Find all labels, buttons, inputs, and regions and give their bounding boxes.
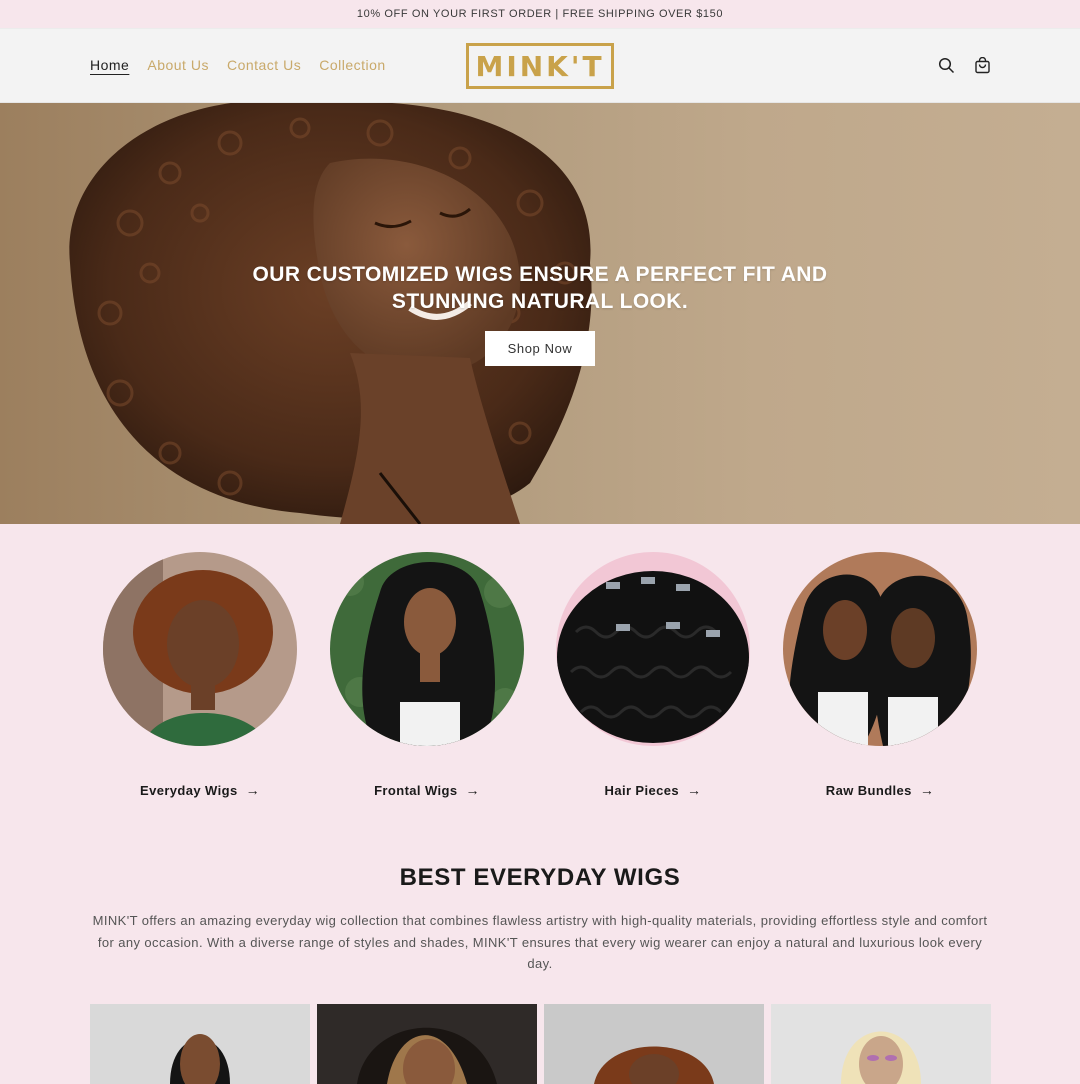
site-header: Home About Us Contact Us Collection MINK… <box>0 28 1080 103</box>
category-link-hair-pieces[interactable]: Hair Pieces → <box>605 782 702 798</box>
product-grid <box>90 1004 991 1084</box>
best-everyday-section: BEST EVERYDAY WIGS MINK'T offers an amaz… <box>0 824 1080 981</box>
section-description: MINK'T offers an amazing everyday wig co… <box>92 913 988 971</box>
category-card-frontal-wigs[interactable]: Frontal Wigs → <box>330 552 524 800</box>
nav-link-collection[interactable]: Collection <box>319 57 385 73</box>
category-image-frontal-wigs[interactable] <box>330 552 524 746</box>
hero-content: OUR CUSTOMIZED WIGS ENSURE A PERFECT FIT… <box>0 261 1080 366</box>
main-nav: Home About Us Contact Us Collection <box>90 57 386 73</box>
product-card[interactable] <box>544 1004 764 1084</box>
category-image-everyday-wigs[interactable] <box>103 552 297 746</box>
category-card-raw-bundles[interactable]: Raw Bundles → <box>783 552 977 800</box>
hero-banner: OUR CUSTOMIZED WIGS ENSURE A PERFECT FIT… <box>0 103 1080 524</box>
category-link-everyday-wigs[interactable]: Everyday Wigs → <box>140 782 260 798</box>
cart-icon[interactable] <box>972 55 992 75</box>
product-card[interactable] <box>90 1004 310 1084</box>
hero-title: OUR CUSTOMIZED WIGS ENSURE A PERFECT FIT… <box>252 263 828 313</box>
category-row: Everyday Wigs → Frontal Wigs → Hair Piec… <box>0 524 1080 824</box>
shop-now-button[interactable]: Shop Now <box>485 331 595 366</box>
logo-text: MINK'T <box>475 49 605 83</box>
category-label: Everyday Wigs <box>140 782 238 798</box>
category-link-frontal-wigs[interactable]: Frontal Wigs → <box>374 782 480 798</box>
product-card[interactable] <box>771 1004 991 1084</box>
category-card-everyday-wigs[interactable]: Everyday Wigs → <box>103 552 297 800</box>
category-link-raw-bundles[interactable]: Raw Bundles → <box>826 782 934 798</box>
category-image-hair-pieces[interactable] <box>556 552 750 746</box>
announcement-bar: 10% OFF ON YOUR FIRST ORDER | FREE SHIPP… <box>0 0 1080 28</box>
category-card-hair-pieces[interactable]: Hair Pieces → <box>556 552 750 800</box>
arrow-right-icon: → <box>465 782 480 798</box>
arrow-right-icon: → <box>919 782 935 798</box>
section-title: BEST EVERYDAY WIGS <box>399 864 681 891</box>
product-card[interactable] <box>317 1004 537 1084</box>
nav-link-home[interactable]: Home <box>90 57 129 73</box>
site-logo[interactable]: MINK'T <box>466 43 614 89</box>
arrow-right-icon: → <box>245 782 260 798</box>
category-label: Hair Pieces <box>604 782 680 798</box>
category-image-raw-bundles[interactable] <box>783 552 977 746</box>
nav-link-contact-us[interactable]: Contact Us <box>227 57 301 73</box>
category-label: Frontal Wigs <box>374 782 458 798</box>
search-icon[interactable] <box>936 55 956 75</box>
category-label: Raw Bundles <box>825 782 912 798</box>
nav-link-about-us[interactable]: About Us <box>147 57 209 73</box>
header-icons <box>936 55 992 75</box>
announcement-text: 10% OFF ON YOUR FIRST ORDER | FREE SHIPP… <box>356 8 724 20</box>
arrow-right-icon: → <box>687 782 702 798</box>
